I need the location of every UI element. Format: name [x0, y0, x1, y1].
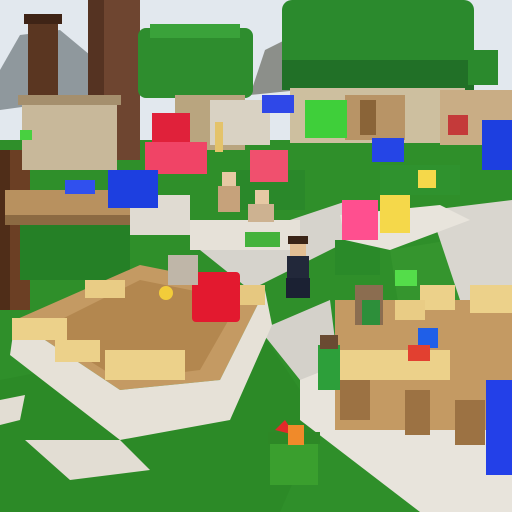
blue-block-right [372, 138, 404, 162]
lantern-post [215, 122, 223, 152]
chimney [28, 18, 58, 103]
stone-house-left-roof [18, 95, 121, 105]
green-block-small [395, 270, 417, 286]
blue-block-left [108, 170, 158, 208]
yellow-block-small [418, 170, 436, 188]
wooden-house-door [360, 100, 376, 135]
stone-house-left [22, 100, 117, 170]
wooden-house-right-post-1 [340, 380, 370, 420]
red-block-top [152, 113, 190, 145]
character-green[interactable] [318, 335, 340, 390]
character-house[interactable] [355, 285, 383, 325]
gold-coin[interactable] [159, 286, 173, 300]
voxel-world-scene [0, 0, 512, 512]
tree-canopy-far-right [468, 50, 498, 85]
plank-right-1 [420, 285, 455, 310]
wooden-house-right-roof [340, 350, 450, 380]
yellow-block-stack [380, 195, 410, 233]
plank-edge-1 [12, 318, 67, 340]
tree-canopy-center-top [150, 24, 240, 38]
plank-right-2 [470, 285, 512, 313]
magenta-block [342, 200, 378, 240]
plank-edge-5 [85, 280, 125, 298]
wooden-house-right-post-3 [455, 400, 485, 445]
tower-shade [0, 150, 10, 310]
fence-left-shade [5, 215, 135, 225]
blue-block-front-right [486, 380, 512, 475]
crate-deck [168, 255, 198, 285]
blue-block-far [262, 95, 294, 113]
wooden-house-right-post-2 [405, 390, 430, 435]
plank-right-3 [395, 300, 425, 320]
pink-block-stack [145, 142, 207, 174]
red-roof-far-right [448, 115, 468, 135]
plank-edge-3 [105, 350, 185, 380]
blue-block-small [65, 180, 95, 194]
green-block [305, 100, 347, 138]
green-block-tiny [20, 130, 32, 140]
chimney-top [24, 14, 62, 24]
tree-canopy-right-shade [282, 60, 474, 90]
blue-block-edge [482, 120, 512, 170]
grass-patch-center [245, 232, 280, 247]
game-viewport[interactable] [0, 0, 512, 512]
pink-block-center [250, 150, 288, 182]
plank-edge-2 [55, 340, 100, 362]
red-block-deck [192, 272, 240, 322]
tree-canopy-center [138, 28, 253, 98]
